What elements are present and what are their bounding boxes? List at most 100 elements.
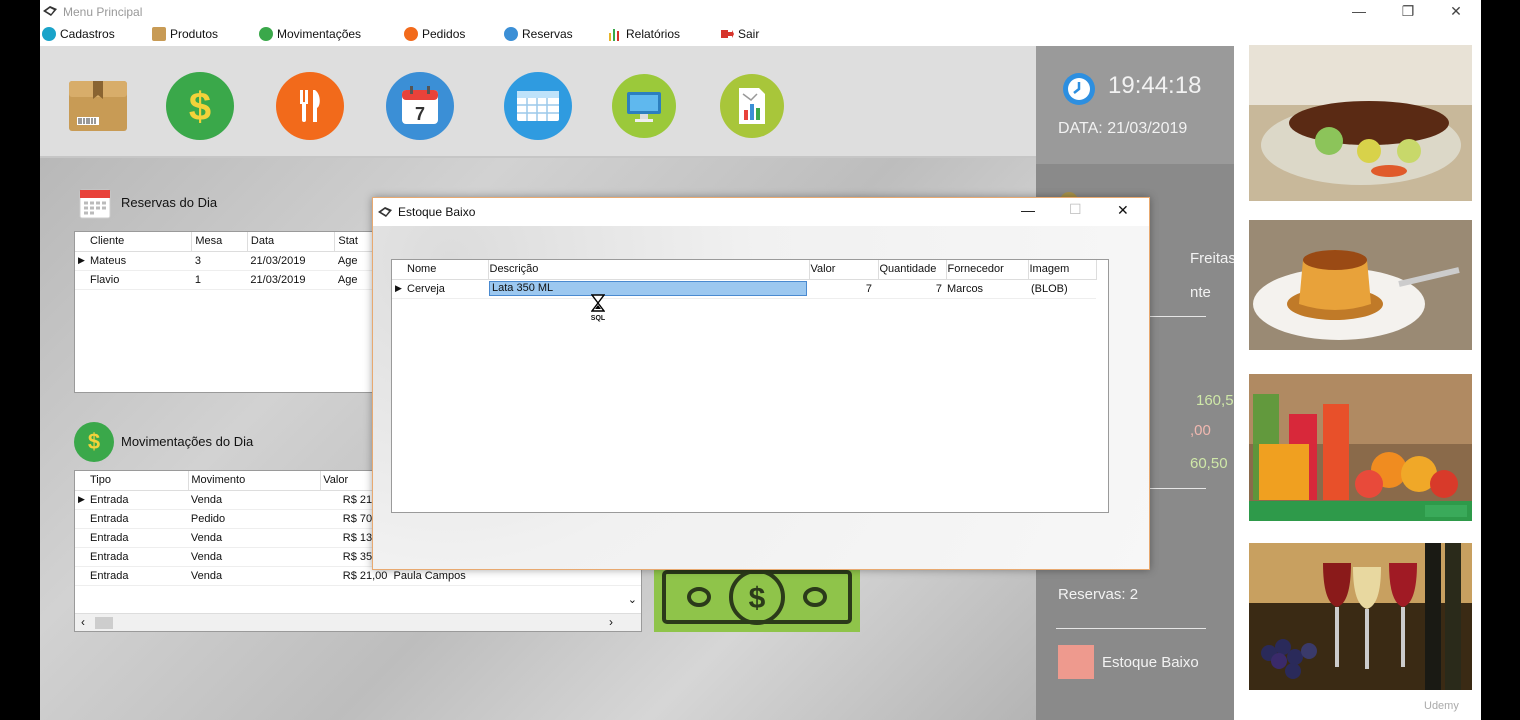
main-window: Menu Principal — ❐ ✕ Cadastros Produtos … — [40, 0, 1481, 720]
reservas-grid[interactable]: Cliente Mesa Data Stat ▶ Mateus 3 21/03/2… — [74, 231, 384, 393]
menu-reservas[interactable]: Reservas — [504, 27, 573, 41]
dialog-title-bar: Estoque Baixo — ☐ ✕ — [373, 198, 1149, 226]
roast-dish-photo — [1249, 45, 1472, 201]
column-header[interactable]: Data — [247, 232, 336, 252]
exit-icon — [721, 30, 734, 38]
menu-label: Cadastros — [60, 27, 115, 41]
column-header[interactable]: Tipo — [75, 471, 190, 491]
reports-button[interactable] — [720, 74, 784, 138]
udemy-watermark: Udemy — [1424, 700, 1459, 712]
dialog-minimize-button[interactable]: — — [1021, 202, 1035, 218]
table-row[interactable]: ▶ Cerveja Lata 350 ML 7 7 Marcos (BLOB) — [392, 279, 1096, 299]
title-bar: Menu Principal — ❐ ✕ — [40, 0, 1481, 24]
scroll-left-icon[interactable]: ‹ — [81, 615, 85, 629]
close-button[interactable]: ✕ — [1433, 0, 1479, 24]
table-row[interactable]: Flavio 1 21/03/2019 Age — [75, 270, 383, 290]
reservas-title: Reservas do Dia — [121, 195, 218, 210]
svg-text:$: $ — [189, 85, 211, 128]
cell-tipo: Entrada — [75, 528, 189, 548]
menu-relatorios[interactable]: Relatórios — [608, 27, 680, 41]
pudding-photo — [1249, 220, 1472, 350]
minimize-button[interactable]: — — [1336, 0, 1382, 24]
monitor-icon — [627, 92, 661, 122]
app-icon — [43, 6, 57, 16]
value-saldo: 60,50 — [1190, 455, 1228, 472]
menu-label: Relatórios — [626, 27, 681, 41]
dialog-title: Estoque Baixo — [398, 205, 476, 219]
clock-icon — [1063, 73, 1095, 105]
cell-mesa: 3 — [191, 251, 248, 271]
dollar-icon: $ — [189, 85, 211, 128]
column-header[interactable]: Valor — [809, 260, 879, 280]
column-header[interactable]: Nome — [392, 260, 489, 280]
products-button[interactable] — [64, 72, 132, 140]
menu-movimentacoes[interactable]: Movimentações — [259, 27, 361, 41]
cell-movimento: Pedido — [188, 509, 321, 529]
dialog-maximize-button[interactable]: ☐ — [1069, 201, 1082, 218]
estoque-baixo-swatch[interactable] — [1058, 645, 1094, 679]
monitor-button[interactable] — [612, 74, 676, 138]
wine-photo — [1249, 543, 1472, 690]
column-header[interactable]: Descrição — [488, 260, 810, 280]
row-selector-icon: ▶ — [78, 254, 85, 265]
cell-imagem: (BLOB) — [1028, 279, 1096, 299]
cell-tipo: ▶ Entrada — [75, 490, 189, 510]
juices-photo — [1249, 374, 1472, 521]
food-photos: Udemy — [1234, 24, 1481, 720]
scroll-thumb[interactable] — [95, 617, 113, 629]
cell-movimento: Venda — [188, 490, 321, 510]
scroll-down-icon[interactable]: ⌄ — [628, 593, 637, 606]
menu-cadastros[interactable]: Cadastros — [42, 27, 115, 41]
orders-button[interactable] — [276, 72, 344, 140]
tables-button[interactable] — [504, 72, 572, 140]
column-header[interactable]: Fornecedor — [946, 260, 1029, 280]
money-bill-icon: $ — [654, 566, 860, 632]
user-role: nte — [1190, 284, 1211, 301]
estoque-baixo-dialog: Estoque Baixo — ☐ ✕ Nome Descrição Valor… — [372, 197, 1150, 570]
svg-text:$: $ — [749, 582, 766, 615]
sql-label: SQL — [590, 315, 606, 322]
cell-movimento: Venda — [188, 528, 321, 548]
column-header[interactable]: Cliente — [75, 232, 193, 252]
menu-label: Reservas — [522, 27, 573, 41]
people-icon — [42, 27, 56, 41]
menu-sair[interactable]: Sair — [720, 27, 759, 41]
estoque-grid[interactable]: Nome Descrição Valor Quantidade Forneced… — [391, 259, 1109, 513]
cell-valor: 7 — [809, 279, 878, 299]
cell-fornecedor: Marcos — [946, 279, 1028, 299]
clock-panel: 19:44:18 DATA: 21/03/2019 — [1036, 46, 1234, 164]
menu-label: Sair — [738, 27, 760, 41]
value-saidas: ,00 — [1190, 422, 1211, 439]
cell-mesa: 1 — [191, 270, 248, 290]
menu-label: Movimentações — [277, 27, 362, 41]
column-header[interactable]: Quantidade — [878, 260, 947, 280]
estoque-baixo-label[interactable]: Estoque Baixo — [1102, 654, 1199, 671]
horizontal-scrollbar[interactable]: ‹ › — [75, 613, 641, 631]
menu-pedidos[interactable]: Pedidos — [404, 27, 465, 41]
movements-button[interactable]: $ — [166, 72, 234, 140]
table-row[interactable]: ▶ Mateus 3 21/03/2019 Age — [75, 251, 383, 271]
reservations-button[interactable]: 7 — [386, 72, 454, 140]
column-header[interactable]: Movimento — [188, 471, 322, 491]
cutlery-icon — [300, 90, 320, 122]
menu-produtos[interactable]: Produtos — [152, 27, 218, 41]
cell-movimento: Venda — [188, 547, 321, 567]
column-header[interactable]: Imagem — [1028, 260, 1097, 280]
dollar-icon: $ — [74, 422, 114, 462]
cell-cliente: Paula Campos — [393, 569, 466, 582]
scroll-right-icon[interactable]: › — [609, 615, 613, 629]
box-icon — [152, 27, 166, 41]
maximize-button[interactable]: ❐ — [1385, 0, 1431, 24]
dollar-icon — [259, 27, 273, 41]
row-selector-icon: ▶ — [78, 493, 85, 504]
cell-nome: ▶ Cerveja — [392, 279, 488, 299]
cell-cliente: Flavio — [75, 270, 192, 290]
cell-tipo: Entrada — [75, 509, 189, 529]
schedule-icon — [517, 91, 559, 121]
report-icon — [739, 88, 765, 124]
box-icon — [69, 81, 127, 131]
column-header[interactable]: Mesa — [191, 232, 248, 252]
grid-header: Nome Descrição Valor Quantidade Forneced… — [392, 260, 1097, 280]
dialog-close-button[interactable]: ✕ — [1117, 202, 1129, 219]
cell-descricao[interactable]: Lata 350 ML — [488, 279, 809, 299]
